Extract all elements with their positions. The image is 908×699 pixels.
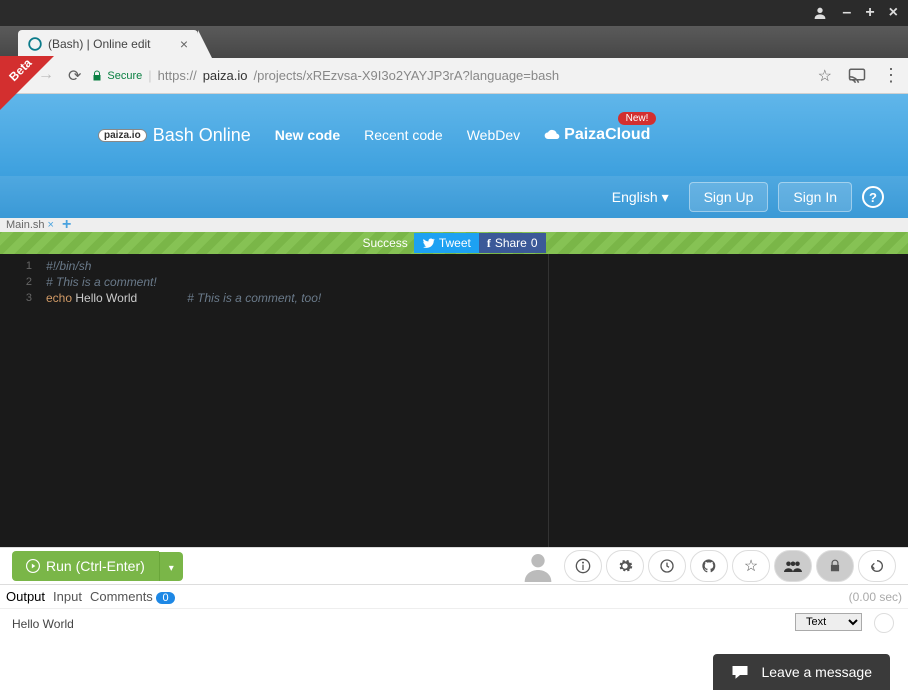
window-titlebar: – + × — [0, 0, 908, 26]
editor-ruler — [548, 254, 549, 547]
github-icon[interactable] — [690, 550, 728, 582]
code-content[interactable]: #!/bin/sh # This is a comment! echo Hell… — [40, 254, 908, 547]
tab-output[interactable]: Output — [6, 589, 45, 604]
address-bar[interactable]: Secure | https://paiza.io/projects/xREzv… — [91, 68, 807, 83]
gear-icon[interactable] — [606, 550, 644, 582]
output-text: Hello World — [12, 617, 896, 631]
tab-close-icon[interactable]: × — [180, 36, 188, 52]
lock-icon — [91, 70, 103, 82]
cast-icon[interactable] — [848, 67, 866, 85]
chevron-down-icon: ▾ — [169, 563, 174, 574]
tweet-button[interactable]: Tweet — [414, 233, 479, 253]
code-editor[interactable]: 123 #!/bin/sh # This is a comment! echo … — [0, 254, 908, 547]
browser-tab[interactable]: (Bash) | Online edit × — [18, 30, 198, 58]
play-icon — [26, 559, 40, 573]
run-label: Run (Ctrl-Enter) — [46, 558, 145, 574]
users-icon[interactable] — [774, 550, 812, 582]
star-icon[interactable]: ☆ — [818, 66, 832, 86]
tweet-label: Tweet — [439, 236, 471, 250]
code-line: # This is a comment! — [46, 275, 157, 289]
share-count: 0 — [531, 236, 538, 250]
run-button[interactable]: Run (Ctrl-Enter) — [12, 551, 159, 581]
browser-tab-strip: (Bash) | Online edit × — [0, 26, 908, 58]
maximize-icon[interactable]: + — [865, 4, 874, 22]
file-tab-bar: Main.sh × + — [0, 218, 908, 232]
beta-ribbon: Beta — [0, 56, 54, 114]
nav-paizacloud[interactable]: PaizaCloud New! — [544, 126, 650, 144]
chat-icon — [731, 664, 749, 680]
tab-comments[interactable]: Comments 0 — [90, 589, 175, 604]
lock-icon[interactable] — [816, 550, 854, 582]
fb-share-button[interactable]: f Share 0 — [479, 233, 546, 253]
nav-new-code[interactable]: New code — [275, 127, 340, 143]
code-comment: # This is a comment, too! — [187, 291, 321, 305]
user-avatar-icon[interactable] — [522, 550, 554, 582]
secure-indicator: Secure — [91, 70, 142, 82]
site-logo[interactable]: paiza.io Bash Online — [98, 125, 251, 146]
page-title: Bash Online — [153, 125, 251, 146]
user-icon[interactable] — [812, 5, 828, 21]
chevron-down-icon: ▾ — [662, 189, 669, 205]
add-file-button[interactable]: + — [62, 216, 71, 234]
share-label: Share — [495, 236, 527, 250]
facebook-icon: f — [487, 236, 491, 251]
comment-count-badge: 0 — [156, 592, 174, 604]
twitter-icon — [422, 237, 435, 250]
code-text: Hello World — [72, 291, 137, 305]
close-icon[interactable]: × — [889, 4, 898, 22]
info-icon[interactable] — [564, 550, 602, 582]
cloud-icon — [544, 127, 560, 143]
file-tab[interactable]: Main.sh × — [6, 219, 54, 231]
site-header: paiza.io Bash Online New code Recent cod… — [0, 94, 908, 176]
sign-up-button[interactable]: Sign Up — [689, 182, 769, 212]
code-keyword: echo — [46, 291, 72, 305]
editor-toolbar: Run (Ctrl-Enter) ▾ ☆ — [0, 547, 908, 585]
file-tab-close-icon[interactable]: × — [48, 219, 54, 231]
logo-badge: paiza.io — [98, 129, 147, 142]
output-format-select[interactable]: Text — [795, 613, 862, 631]
status-label: Success — [362, 236, 407, 250]
url-path: /projects/xREzvsa-X9I3o2YAYJP3rA?languag… — [254, 68, 560, 83]
chat-label: Leave a message — [761, 664, 872, 680]
status-bar: Success Tweet f Share 0 — [0, 232, 908, 254]
refresh-icon[interactable] — [874, 613, 894, 633]
help-icon[interactable]: ? — [862, 186, 884, 208]
site-header-secondary: English ▾ Sign Up Sign In ? — [0, 176, 908, 218]
reload-icon[interactable]: ⟳ — [68, 66, 81, 86]
url-domain: paiza.io — [203, 68, 248, 83]
nav-recent-code[interactable]: Recent code — [364, 127, 443, 143]
browser-toolbar: ← → ⟳ Secure | https://paiza.io/projects… — [0, 58, 908, 94]
secure-label: Secure — [107, 70, 142, 82]
history-icon[interactable] — [648, 550, 686, 582]
run-dropdown[interactable]: ▾ — [159, 552, 183, 581]
nav-webdev[interactable]: WebDev — [467, 127, 520, 143]
star-icon[interactable]: ☆ — [732, 550, 770, 582]
tab-title: (Bash) | Online edit — [48, 37, 151, 51]
line-gutter: 123 — [0, 254, 40, 547]
menu-icon[interactable]: ⋮ — [882, 65, 900, 86]
file-tab-label: Main.sh — [6, 219, 45, 231]
favicon-icon — [28, 37, 42, 51]
tab-input[interactable]: Input — [53, 589, 82, 604]
url-scheme: https:// — [158, 68, 197, 83]
output-tabs: Output Input Comments 0 (0.00 sec) — [0, 585, 908, 609]
execution-time: (0.00 sec) — [849, 590, 902, 604]
language-dropdown[interactable]: English ▾ — [602, 183, 679, 212]
code-line: #!/bin/sh — [46, 259, 91, 273]
minimize-icon[interactable]: – — [842, 4, 851, 22]
chat-widget[interactable]: Leave a message — [713, 654, 890, 690]
sign-in-button[interactable]: Sign In — [778, 182, 852, 212]
new-badge: New! — [618, 112, 657, 125]
paizacloud-label: PaizaCloud — [564, 126, 650, 144]
share-icon[interactable] — [858, 550, 896, 582]
